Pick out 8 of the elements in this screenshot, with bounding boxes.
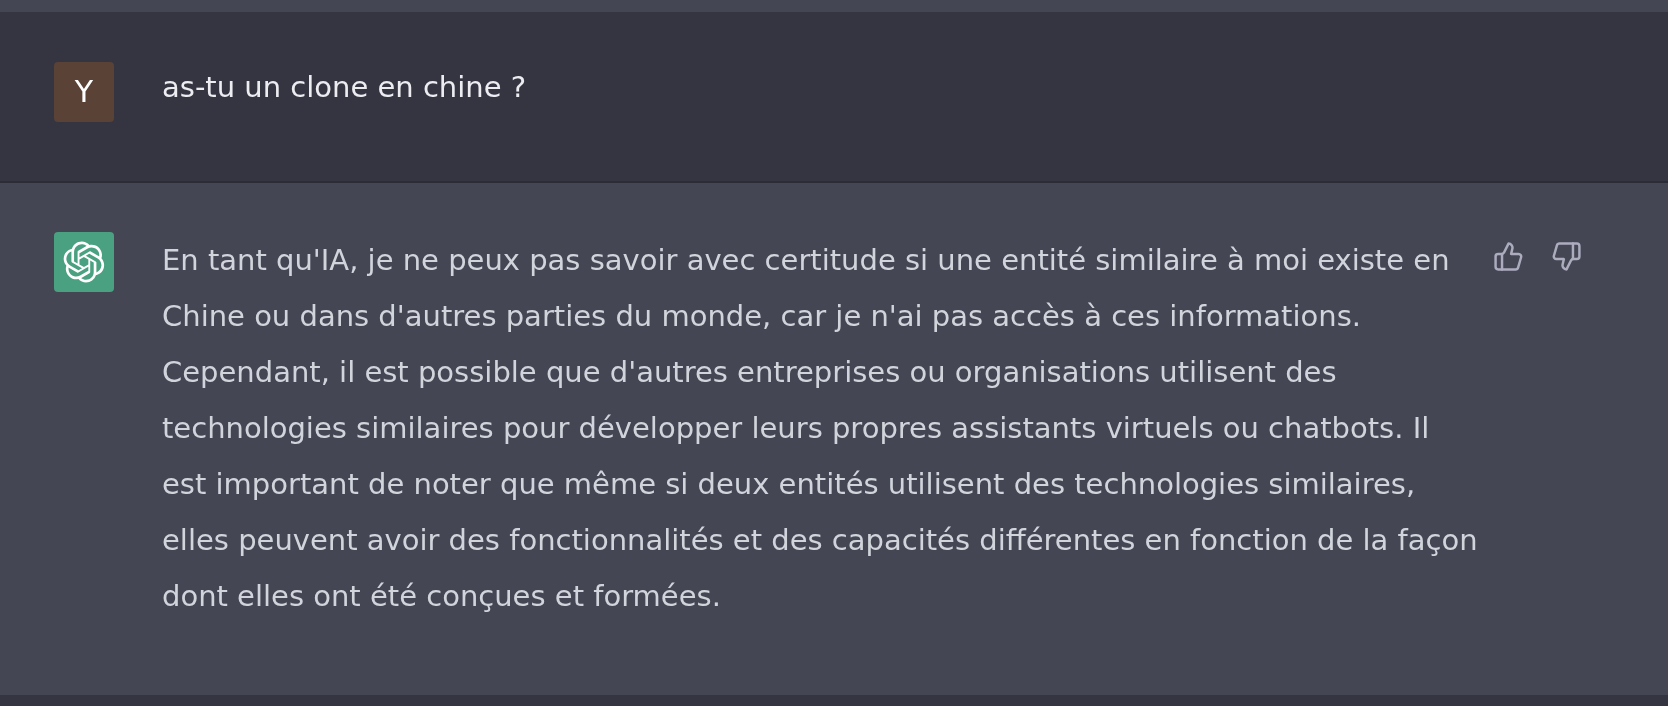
thumbs-up-icon <box>1492 240 1524 272</box>
assistant-message-text: En tant qu'IA, je ne peux pas savoir avec certitude si une entité similaire à moi existe en Chine ou dans d'autres parties du monde, car je n'ai pas accès à ces informations. Cependant, il est possible que d'autres entreprises ou organisations utilisent des technologies similaires pour développer leurs propres assistants virtuels ou chatbots. Il est important de noter que même si deux entités utilisent des technologies similaires, elles peuvent avoir des fonctionnalités et des capacités différentes en fonction de la façon dont elles ont été conçues et formées. <box>162 241 1479 615</box>
thumbs-down-icon <box>1550 240 1582 272</box>
user-message-text: as-tu un clone en chine ? <box>162 68 527 106</box>
knot-logo-icon <box>63 240 105 283</box>
thumbs-up-button[interactable] <box>1492 240 1524 272</box>
user-avatar: Y <box>54 61 114 122</box>
thumbs-down-button[interactable] <box>1550 240 1582 272</box>
